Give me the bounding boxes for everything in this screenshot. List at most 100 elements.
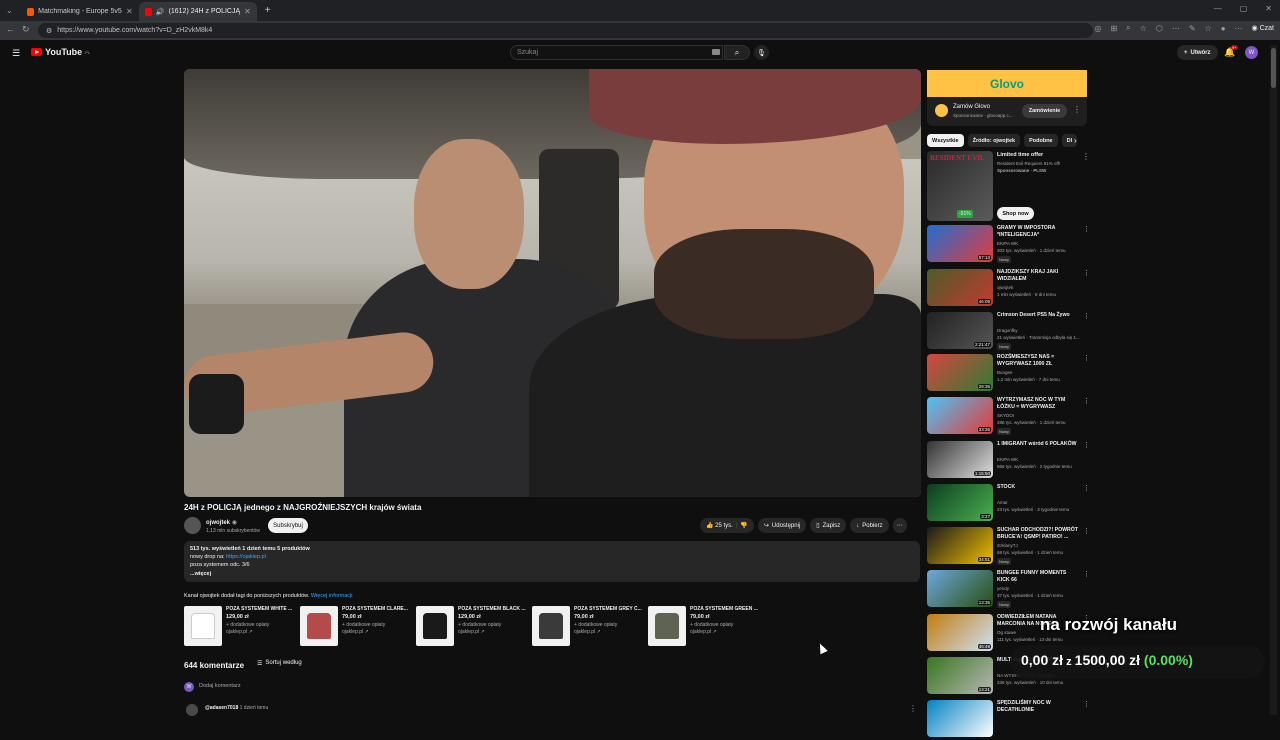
filter-chip[interactable]: Podobne [1024,134,1058,147]
comment-author[interactable]: @adasen7018 1 dzień temu [205,705,268,711]
video-more-icon[interactable]: ⋮ [1083,484,1090,492]
video-thumbnail[interactable]: 34:51 [927,527,993,564]
video-thumbnail[interactable]: 29:35 [927,354,993,391]
filter-chip[interactable]: Źródło: ojwojtek [967,134,1021,147]
product-card[interactable]: POZA SYSTEMEM GREEN ... 79,00 zł + dodatko… [648,606,760,648]
voice-search-button[interactable]: 🎙 [754,45,769,60]
video-channel[interactable]: EKIPA WK [997,456,1083,463]
chevron-right-icon[interactable]: › [1074,136,1077,145]
video-channel[interactable]: Dragonfky [997,327,1083,334]
product-card[interactable]: POZA SYSTEMEM CLARE... 79,00 zł + dodatkow… [300,606,412,648]
search-button[interactable]: ⌕ [724,45,750,60]
more-info-link[interactable]: Więcej informacji [311,593,353,599]
video-title[interactable]: GRAMY W IMPOSTORA *INTELIGENCJA* [997,225,1079,239]
video-thumbnail[interactable] [927,700,993,737]
video-channel[interactable]: SKYDOI [997,412,1083,419]
reload-icon[interactable]: ↻ [22,24,30,35]
show-more-button[interactable]: ...więcej [190,570,914,578]
video-channel[interactable]: ojwojtek [997,284,1083,291]
video-more-icon[interactable]: ⋮ [1083,527,1090,535]
profile-icon[interactable]: ● [1221,24,1226,33]
channel-name[interactable]: ojwojtek ◉ [206,519,237,526]
tab-matchmaking[interactable]: Matchmaking - Europe 5v5 Queue ✕ [21,2,139,21]
recommended-video[interactable]: 34:51 SUCHAR ODCHODZI?! POWRÓT BRUCE'A! Q… [927,527,1090,567]
ad-order-button[interactable]: Zamówienie [1022,104,1067,118]
address-bar[interactable]: ⚙ https://www.youtube.com/watch?v=D_zH2v… [38,23,1093,38]
recommended-video[interactable]: 1:15:50 1 IMIGRANT wśród 6 POLAKÓW EKIPA W… [927,441,1090,481]
close-icon[interactable]: ✕ [126,7,133,16]
video-title[interactable]: Crimson Desert PS5 Na Żywo [997,312,1079,319]
hamburger-menu-icon[interactable]: ☰ [12,48,20,59]
video-thumbnail[interactable]: 2:21:47 [927,312,993,349]
product-card[interactable]: POZA SYSTEMEM WHITE ... 129,00 zł + dodatk… [184,606,296,648]
recommended-video[interactable]: 13:35 BUNGEE FUNNY MOMENTS KICK 66 yendy 37… [927,570,1090,610]
shop-link[interactable]: https://ojaklep.pl [226,554,266,560]
video-more-icon[interactable]: ⋮ [1083,397,1090,405]
product-card[interactable]: POZA SYSTEMEM BLACK ... 129,00 zł + dodatk… [416,606,528,648]
speaker-icon[interactable]: 🔊 [156,8,165,16]
translate-icon[interactable]: ◎ [1094,24,1101,33]
filter-chip[interactable]: Wszystkie [927,134,964,147]
like-button[interactable]: 👍 25 tys. [706,522,733,529]
video-thumbnail[interactable]: 33:36 [927,397,993,434]
channel-avatar[interactable] [184,517,201,534]
more-icon[interactable]: ⋯ [1172,24,1180,33]
share-button[interactable]: ↪ Udostępnij [757,518,807,533]
video-channel[interactable]: yendy [997,585,1083,592]
more-actions-button[interactable]: ⋯ [892,518,907,533]
video-thumbnail[interactable]: 1:15:50 [927,441,993,478]
save-button[interactable]: ▯ Zapisz [810,518,847,533]
search-input[interactable]: Szukaj [510,45,723,60]
scrollbar-thumb[interactable] [1271,48,1276,88]
youtube-logo[interactable]: YouTube PL [31,47,90,57]
chat-button[interactable]: ◉ Czat [1252,24,1274,32]
maximize-icon[interactable]: ▢ [1240,4,1248,13]
video-title[interactable]: SUCHAR ODCHODZI?! POWRÓT BRUCE'A! QSMP! … [997,527,1079,541]
video-thumbnail[interactable]: 13:21 [927,657,993,694]
shop-now-button[interactable]: Shop now [997,207,1034,220]
video-more-icon[interactable]: ⋮ [1083,354,1090,362]
recommended-video[interactable]: 3:27 STOCK Amar 23 tys. wyświetleń · 3 tygo… [927,484,1090,524]
add-comment-input[interactable]: Dodaj komentarz [199,683,241,689]
video-thumbnail[interactable]: 57:13 [927,225,993,262]
extension-icon[interactable]: ⬡ [1156,24,1163,33]
ad-banner[interactable]: Glovo [927,70,1087,97]
video-more-icon[interactable]: ⋮ [1083,700,1090,708]
keyboard-icon[interactable] [712,49,720,55]
video-title[interactable]: BUNGEE FUNNY MOMENTS KICK 66 [997,570,1079,584]
video-title[interactable]: 1 IMIGRANT wśród 6 POLAKÓW [997,441,1079,448]
video-more-icon[interactable]: ⋮ [1083,570,1090,578]
description-box[interactable]: 513 tys. wyświetleń 1 dzień temu 5 produ… [184,541,920,582]
puzzle-icon[interactable]: ✎ [1189,24,1196,33]
video-more-icon[interactable]: ⋮ [1083,312,1090,320]
recommended-video[interactable]: 29:35 ROZŚMIESZYSZ NAS = WYGRYWASZ 1000 Z… [927,354,1090,394]
video-player[interactable] [184,69,921,497]
video-title[interactable]: ROZŚMIESZYSZ NAS = WYGRYWASZ 1000 ZŁ [997,354,1079,368]
close-icon[interactable]: ✕ [244,7,251,16]
menu-icon[interactable]: ⋯ [1235,24,1243,33]
ad-more-icon[interactable]: ⋮ [1073,105,1081,114]
minimize-icon[interactable]: — [1214,4,1222,13]
video-channel[interactable]: Bungee [997,369,1083,376]
zoom-icon[interactable]: ⌕ [1126,23,1130,33]
sort-button[interactable]: ☰ Sortuj według [257,660,302,667]
video-thumbnail[interactable]: 3:27 [927,484,993,521]
dislike-button[interactable]: 👎 [740,522,747,529]
video-thumbnail[interactable]: 46:09 [927,269,993,306]
create-button[interactable]: + Utwórz [1177,45,1218,60]
subscribe-button[interactable]: Subskrybuj [268,518,308,533]
video-channel[interactable]: Amar [997,499,1083,506]
video-title[interactable]: NAJDZIKSZY KRAJ JAKI WIDZIAŁEM [997,269,1079,283]
product-card[interactable]: POZA SYSTEMEM GREY C... 79,00 zł + dodatko… [532,606,644,648]
download-button[interactable]: ↓ Pobierz [850,518,889,533]
star-icon[interactable]: ☆ [1205,24,1212,33]
account-avatar[interactable]: W [1245,46,1258,59]
recommended-video[interactable]: 33:36 WYTRZYMASZ NOC W TYM ŁÓŻKU = WYGRYW… [927,397,1090,437]
sponsored-more-icon[interactable]: ⋮ [1082,152,1090,161]
close-window-icon[interactable]: ✕ [1265,4,1272,13]
video-thumbnail[interactable]: 13:35 [927,570,993,607]
recommended-video[interactable]: SPĘDZILIŚMY NOC W DECATHLONIE ⋮ [927,700,1090,740]
recommended-video[interactable]: 57:13 GRAMY W IMPOSTORA *INTELIGENCJA* EKI… [927,225,1090,265]
recommended-video[interactable]: 2:21:47 Crimson Desert PS5 Na Żywo Dragonf… [927,312,1090,352]
video-title[interactable]: WYTRZYMASZ NOC W TYM ŁÓŻKU = WYGRYWASZ [997,397,1079,411]
